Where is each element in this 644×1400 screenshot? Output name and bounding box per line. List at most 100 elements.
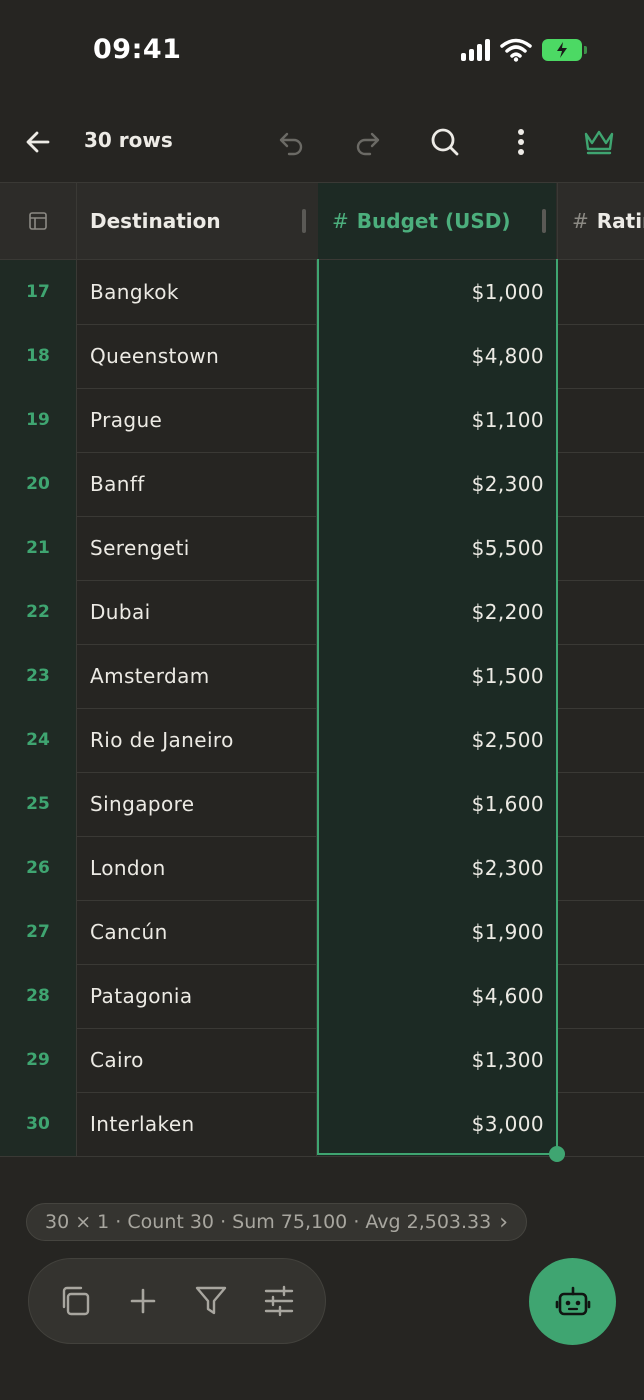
- budget-cell[interactable]: $2,300: [318, 452, 556, 516]
- row-number[interactable]: 28: [0, 964, 77, 1028]
- budget-cell[interactable]: $2,300: [318, 836, 556, 900]
- back-button[interactable]: [16, 120, 60, 164]
- more-vertical-icon: [518, 129, 524, 155]
- row-number[interactable]: 29: [0, 1028, 77, 1092]
- select-all-corner[interactable]: [0, 183, 77, 259]
- row-number[interactable]: 19: [0, 388, 77, 452]
- rating-cell[interactable]: [557, 580, 644, 644]
- destination-cell[interactable]: Queenstown: [77, 324, 317, 388]
- budget-cell[interactable]: $2,200: [318, 580, 556, 644]
- column-header-row: Destination # Budget (USD) # Ratin: [0, 183, 644, 260]
- number-type-icon: #: [332, 209, 349, 233]
- selection-drag-handle[interactable]: [549, 1146, 565, 1162]
- table-row[interactable]: 24 Rio de Janeiro $2,500: [0, 708, 644, 773]
- rating-cell[interactable]: [557, 964, 644, 1028]
- rating-cell[interactable]: [557, 388, 644, 452]
- table-row[interactable]: 19 Prague $1,100: [0, 388, 644, 453]
- assistant-button[interactable]: [529, 1258, 616, 1345]
- row-number[interactable]: 18: [0, 324, 77, 388]
- row-number[interactable]: 17: [0, 260, 77, 324]
- rating-cell[interactable]: [557, 1028, 644, 1092]
- row-number[interactable]: 25: [0, 772, 77, 836]
- rating-cell[interactable]: [557, 708, 644, 772]
- row-number[interactable]: 30: [0, 1092, 77, 1156]
- redo-button[interactable]: [346, 120, 390, 164]
- rating-cell[interactable]: [557, 452, 644, 516]
- table-row[interactable]: 22 Dubai $2,200: [0, 580, 644, 645]
- row-number[interactable]: 23: [0, 644, 77, 708]
- row-number[interactable]: 26: [0, 836, 77, 900]
- wifi-icon: [500, 38, 532, 62]
- rating-cell[interactable]: [557, 772, 644, 836]
- row-number[interactable]: 21: [0, 516, 77, 580]
- data-grid: Destination # Budget (USD) # Ratin 17Ban…: [0, 182, 644, 1157]
- destination-cell[interactable]: Serengeti: [77, 516, 317, 580]
- destination-cell[interactable]: Amsterdam: [77, 644, 317, 708]
- destination-cell[interactable]: Cancún: [77, 900, 317, 964]
- rating-cell[interactable]: [557, 900, 644, 964]
- budget-cell[interactable]: $1,100: [318, 388, 556, 452]
- undo-button[interactable]: [269, 120, 313, 164]
- destination-cell[interactable]: Prague: [77, 388, 317, 452]
- table-row[interactable]: 28 Patagonia $4,600: [0, 964, 644, 1029]
- adjust-button[interactable]: [254, 1276, 304, 1326]
- table-row[interactable]: 21 Serengeti $5,500: [0, 516, 644, 581]
- crown-icon: [584, 130, 614, 155]
- column-header-budget[interactable]: # Budget (USD): [318, 183, 556, 259]
- filter-button[interactable]: [186, 1276, 236, 1326]
- rating-cell[interactable]: [557, 260, 644, 324]
- budget-cell[interactable]: $1,900: [318, 900, 556, 964]
- column-header-destination[interactable]: Destination: [77, 183, 316, 259]
- robot-icon: [555, 1286, 590, 1315]
- row-number[interactable]: 20: [0, 452, 77, 516]
- table-row[interactable]: 26 London $2,300: [0, 836, 644, 901]
- destination-cell[interactable]: Singapore: [77, 772, 317, 836]
- chevron-right-icon: ›: [499, 1209, 509, 1235]
- row-number[interactable]: 24: [0, 708, 77, 772]
- table-row[interactable]: 18 Queenstown $4,800: [0, 324, 644, 389]
- column-resize-handle[interactable]: [302, 209, 306, 233]
- destination-cell[interactable]: Banff: [77, 452, 317, 516]
- budget-cell[interactable]: $4,800: [318, 324, 556, 388]
- destination-cell[interactable]: Interlaken: [77, 1092, 317, 1156]
- filter-icon: [195, 1286, 227, 1315]
- budget-cell[interactable]: $1,600: [318, 772, 556, 836]
- destination-cell[interactable]: Cairo: [77, 1028, 317, 1092]
- budget-cell[interactable]: $1,000: [318, 260, 556, 324]
- destination-cell[interactable]: Bangkok: [77, 260, 317, 324]
- search-icon: [431, 128, 459, 156]
- table-row[interactable]: 20 Banff $2,300: [0, 452, 644, 517]
- budget-cell[interactable]: $5,500: [318, 516, 556, 580]
- number-type-icon: #: [572, 209, 589, 233]
- column-header-rating[interactable]: # Ratin: [557, 183, 644, 259]
- rating-cell[interactable]: [557, 644, 644, 708]
- row-number[interactable]: 27: [0, 900, 77, 964]
- column-resize-handle[interactable]: [542, 209, 546, 233]
- budget-cell[interactable]: $3,000: [318, 1092, 556, 1156]
- table-row[interactable]: 17 Bangkok $1,000: [0, 260, 644, 325]
- table-row[interactable]: 30 Interlaken $3,000: [0, 1092, 644, 1157]
- premium-button[interactable]: [577, 120, 621, 164]
- search-button[interactable]: [423, 120, 467, 164]
- add-button[interactable]: [118, 1276, 168, 1326]
- table-row[interactable]: 25 Singapore $1,600: [0, 772, 644, 837]
- budget-cell[interactable]: $1,500: [318, 644, 556, 708]
- destination-cell[interactable]: Rio de Janeiro: [77, 708, 317, 772]
- rating-cell[interactable]: [557, 1092, 644, 1156]
- rating-cell[interactable]: [557, 324, 644, 388]
- more-options-button[interactable]: [499, 120, 543, 164]
- table-row[interactable]: 29 Cairo $1,300: [0, 1028, 644, 1093]
- destination-cell[interactable]: London: [77, 836, 317, 900]
- budget-cell[interactable]: $2,500: [318, 708, 556, 772]
- table-row[interactable]: 27 Cancún $1,900: [0, 900, 644, 965]
- budget-cell[interactable]: $1,300: [318, 1028, 556, 1092]
- copy-button[interactable]: [50, 1276, 100, 1326]
- rating-cell[interactable]: [557, 836, 644, 900]
- budget-cell[interactable]: $4,600: [318, 964, 556, 1028]
- row-number[interactable]: 22: [0, 580, 77, 644]
- destination-cell[interactable]: Patagonia: [77, 964, 317, 1028]
- destination-cell[interactable]: Dubai: [77, 580, 317, 644]
- selection-summary[interactable]: 30 × 1 · Count 30 · Sum 75,100 · Avg 2,5…: [26, 1203, 528, 1241]
- table-row[interactable]: 23 Amsterdam $1,500: [0, 644, 644, 709]
- rating-cell[interactable]: [557, 516, 644, 580]
